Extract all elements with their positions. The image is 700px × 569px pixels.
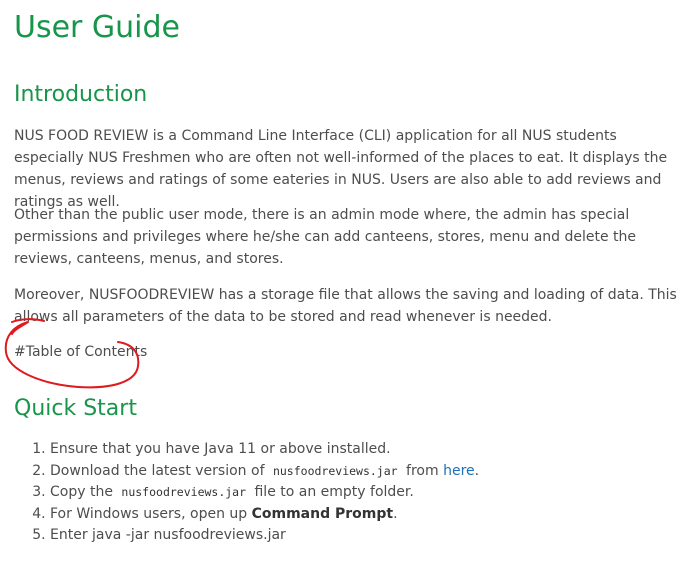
list-item: For Windows users, open up Command Promp… <box>50 504 690 526</box>
jar-filename-code: nusfoodreviews.jar <box>121 485 247 499</box>
step-text: Copy the <box>50 484 113 500</box>
download-link[interactable]: here <box>443 463 475 479</box>
step-text: Enter java -jar nusfoodreviews.jar <box>50 527 286 543</box>
quick-start-steps: Ensure that you have Java 11 or above in… <box>14 439 690 547</box>
quick-start-heading: Quick Start <box>14 396 137 421</box>
jar-filename-code: nusfoodreviews.jar <box>272 463 398 478</box>
step-text: from <box>406 462 439 479</box>
intro-paragraph-1: NUS FOOD REVIEW is a Command Line Interf… <box>14 128 668 210</box>
step-text: file to an empty folder. <box>254 484 414 500</box>
command-prompt-bold: Command Prompt <box>251 505 394 522</box>
step-text: . <box>393 505 398 522</box>
list-item: Ensure that you have Java 11 or above in… <box>50 439 690 461</box>
intro-paragraph-3: Moreover, NUSFOODREVIEW has a storage fi… <box>14 287 677 325</box>
introduction-heading: Introduction <box>14 82 148 107</box>
list-item: Download the latest version of nusfoodre… <box>50 461 690 483</box>
intro-paragraph-2: Other than the public user mode, there i… <box>14 207 637 267</box>
step-text: Download the latest version of <box>50 462 265 479</box>
table-of-contents-text: #Table of Contents <box>14 344 148 360</box>
step-text: Ensure that you have Java 11 or above in… <box>50 441 391 457</box>
list-item: Copy the nusfoodreviews.jar file to an e… <box>50 482 690 504</box>
step-text: . <box>474 462 480 479</box>
step-text: For Windows users, open up <box>50 505 248 522</box>
page-title: User Guide <box>14 10 181 45</box>
list-item: Enter java -jar nusfoodreviews.jar <box>50 525 690 547</box>
